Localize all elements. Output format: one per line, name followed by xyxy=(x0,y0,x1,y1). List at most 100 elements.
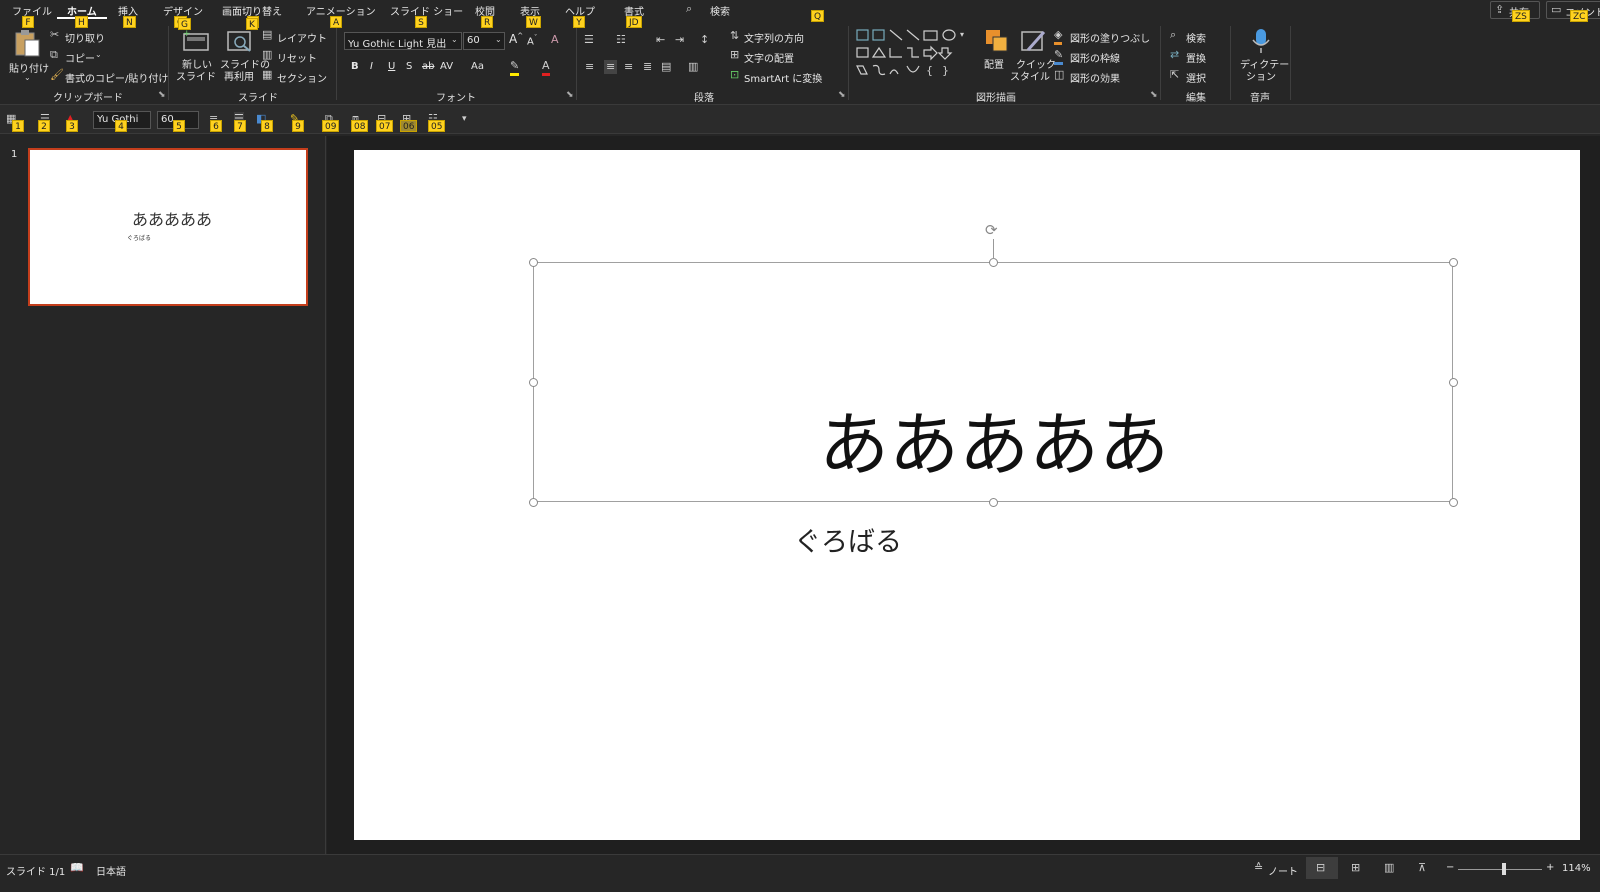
replace-button[interactable]: 置換 xyxy=(1186,50,1206,65)
resize-handle[interactable] xyxy=(1449,258,1458,267)
font-name-select[interactable]: Yu Gothic Light 見出し ⌄ xyxy=(344,32,462,50)
dialog-launcher-icon[interactable]: ⬊ xyxy=(1150,90,1158,100)
select-button[interactable]: 選択 xyxy=(1186,70,1206,85)
text-direction-button[interactable]: 文字列の方向 xyxy=(744,30,804,45)
resize-handle[interactable] xyxy=(1449,498,1458,507)
columns-icon[interactable]: ▥ xyxy=(688,60,698,74)
find-button[interactable]: 検索 xyxy=(1186,30,1206,45)
search-label[interactable]: 検索 xyxy=(710,3,730,18)
align-right-icon[interactable]: ≡ xyxy=(624,60,633,74)
increase-indent-icon[interactable]: ⇥ xyxy=(675,33,684,47)
dialog-launcher-icon[interactable]: ⬊ xyxy=(566,90,574,100)
reuse-slide-button[interactable]: スライドの 再利用 xyxy=(218,26,270,84)
shape-outline-icon[interactable]: ✎ xyxy=(1054,48,1064,65)
zoom-level[interactable]: 114% xyxy=(1562,863,1591,874)
dialog-launcher-icon[interactable]: ⬊ xyxy=(838,90,846,100)
rotate-handle-icon[interactable]: ⟳ xyxy=(985,221,998,239)
resize-handle[interactable] xyxy=(1449,378,1458,387)
justify-icon[interactable]: ≣ xyxy=(643,60,652,74)
font-size-select[interactable]: 60 ⌄ xyxy=(463,32,505,50)
select-icon[interactable]: ⇱ xyxy=(1170,68,1179,82)
highlight-icon[interactable]: ✎ xyxy=(510,59,520,76)
title-textbox[interactable]: あああああ ⟳ xyxy=(529,221,1458,507)
slideshow-view-icon[interactable]: ⊼ xyxy=(1418,861,1426,875)
text-align-icon[interactable]: ⊞ xyxy=(730,48,739,62)
zoom-in-button[interactable]: + xyxy=(1546,862,1554,873)
customize-qat-icon[interactable]: ▾ xyxy=(462,112,467,126)
align-center-icon[interactable]: ≡ xyxy=(604,60,618,74)
text-shadow-button[interactable]: S xyxy=(406,61,412,72)
layout-button[interactable]: レイアウト xyxy=(277,30,327,45)
zoom-slider-thumb[interactable] xyxy=(1502,863,1507,875)
replace-icon[interactable]: ⇄ xyxy=(1170,48,1179,62)
smartart-button[interactable]: SmartArt に変換 xyxy=(744,70,822,85)
cut-button[interactable]: 切り取り xyxy=(65,30,105,45)
slide-thumbnail[interactable]: あああああ ぐろばる xyxy=(28,148,308,306)
group-label-clipboard: クリップボード xyxy=(53,93,123,104)
section-button[interactable]: セクション xyxy=(277,70,327,85)
dialog-launcher-icon[interactable]: ⬊ xyxy=(158,90,166,100)
spellcheck-icon[interactable]: 📖 xyxy=(70,861,84,875)
reading-view-icon[interactable]: ▥ xyxy=(1384,861,1394,875)
slide-sorter-icon[interactable]: ⊞ xyxy=(1351,861,1360,875)
notes-icon[interactable]: ≙ xyxy=(1254,861,1263,875)
new-slide-label-2: スライド xyxy=(176,72,216,83)
find-icon[interactable]: ⌕ xyxy=(1170,28,1176,42)
zoom-slider-track[interactable] xyxy=(1458,869,1542,870)
language-indicator[interactable]: 日本語 xyxy=(96,863,126,878)
copy-icon[interactable]: ⧉ xyxy=(50,48,58,62)
resize-handle[interactable] xyxy=(989,498,998,507)
text-direction-icon[interactable]: ⇅ xyxy=(730,29,739,43)
char-spacing-button[interactable]: AV xyxy=(440,61,453,72)
strikethrough-button[interactable]: ab xyxy=(422,61,434,72)
resize-handle[interactable] xyxy=(989,258,998,267)
shape-effects-icon[interactable]: ◫ xyxy=(1054,68,1064,82)
shape-outline-button[interactable]: 図形の枠線 xyxy=(1070,50,1120,65)
zoom-out-button[interactable]: − xyxy=(1446,862,1454,873)
reset-button[interactable]: リセット xyxy=(277,50,317,65)
scissors-icon[interactable]: ✂ xyxy=(50,28,59,42)
slide-title[interactable]: あああああ xyxy=(534,405,1454,485)
align-left-icon[interactable]: ≡ xyxy=(585,60,594,74)
slide[interactable]: あああああ ⟳ ぐろばる xyxy=(354,150,1580,840)
smartart-icon[interactable]: ⊡ xyxy=(730,68,739,82)
new-slide-button[interactable]: + 新しい スライド xyxy=(176,26,216,84)
shrink-font-button[interactable]: Aˇ xyxy=(527,34,537,47)
search-icon[interactable]: ⌕ xyxy=(686,2,692,16)
copy-button[interactable]: コピー xyxy=(65,50,95,65)
numbering-icon[interactable]: ☷ xyxy=(616,33,626,47)
grow-font-button[interactable]: A^ xyxy=(509,32,523,46)
format-painter-button[interactable]: 書式のコピー/貼り付け xyxy=(65,70,168,85)
format-painter-icon[interactable]: 🖌 xyxy=(50,68,64,82)
gallery-more-icon[interactable]: ▾ xyxy=(960,28,964,42)
quick-styles-button[interactable]: クイック スタイル xyxy=(1010,26,1056,84)
paste-button[interactable]: 貼り付け ⌄ xyxy=(6,26,49,84)
change-case-button[interactable]: Aa xyxy=(471,61,484,72)
shape-fill-button[interactable]: 図形の塗りつぶし xyxy=(1070,30,1150,45)
shape-effects-button[interactable]: 図形の効果 xyxy=(1070,70,1120,85)
slide-subtitle[interactable]: ぐろばる xyxy=(794,520,902,559)
notes-button[interactable]: ノート xyxy=(1268,863,1298,878)
bold-button[interactable]: B xyxy=(351,61,359,72)
italic-button[interactable]: I xyxy=(370,61,373,72)
section-icon[interactable]: ▦ xyxy=(262,68,272,82)
reset-icon[interactable]: ▥ xyxy=(262,48,272,62)
font-color-icon[interactable]: A xyxy=(542,59,550,76)
decrease-indent-icon[interactable]: ⇤ xyxy=(656,33,665,47)
normal-view-button[interactable]: ⊟ xyxy=(1306,857,1338,879)
line-spacing-icon[interactable]: ↕ xyxy=(700,33,709,47)
underline-button[interactable]: U xyxy=(388,61,395,72)
text-align-button[interactable]: 文字の配置 xyxy=(744,50,794,65)
resize-handle[interactable] xyxy=(529,258,538,267)
dictate-button[interactable]: ディクテー ション xyxy=(1236,26,1289,84)
distributed-icon[interactable]: ▤ xyxy=(661,60,671,74)
shape-fill-icon[interactable]: ◈ xyxy=(1054,28,1063,45)
bullets-icon[interactable]: ☰ xyxy=(584,33,594,47)
arrange-button[interactable]: 配置 xyxy=(980,26,1014,84)
clear-format-icon[interactable]: A xyxy=(551,33,559,47)
resize-handle[interactable] xyxy=(529,378,538,387)
chevron-down-icon[interactable]: ⌄ xyxy=(95,48,102,62)
shapes-gallery[interactable]: {} ▾ xyxy=(856,28,968,80)
resize-handle[interactable] xyxy=(529,498,538,507)
layout-icon[interactable]: ▤ xyxy=(262,28,272,42)
